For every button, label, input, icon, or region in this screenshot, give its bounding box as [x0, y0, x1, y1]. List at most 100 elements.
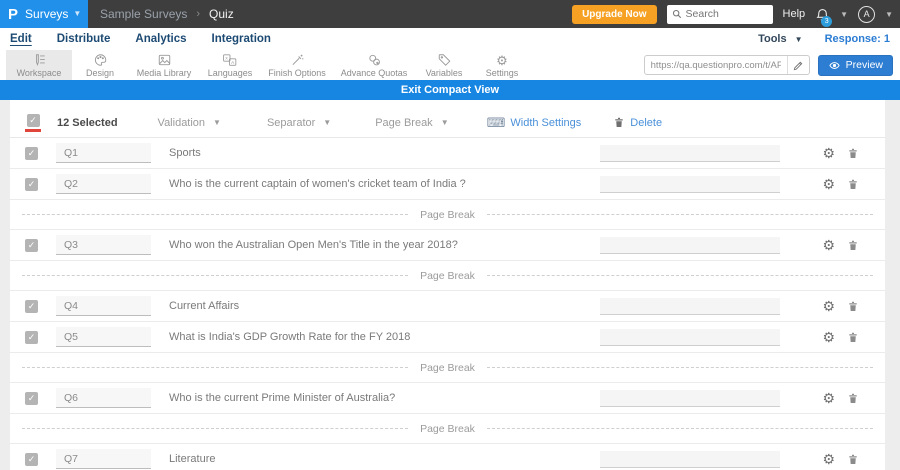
question-row: ✓ Who is the current captain of women's …	[10, 169, 885, 200]
account-avatar[interactable]: A	[858, 5, 876, 23]
question-value-input[interactable]	[600, 297, 781, 315]
page-break-dropdown[interactable]: Page Break ▼	[375, 117, 448, 129]
question-settings-gear-icon[interactable]: ⚙	[822, 299, 835, 313]
page-break-dashed-line	[486, 275, 873, 276]
question-code-input[interactable]	[56, 327, 151, 347]
breadcrumb: Sample Surveys › Quiz	[100, 7, 234, 21]
chevron-down-icon: ▼	[213, 117, 221, 127]
question-text[interactable]: Who is the current captain of women's cr…	[169, 178, 600, 190]
survey-url-input[interactable]	[644, 59, 787, 71]
page-break-dashed-line	[22, 214, 409, 215]
question-text[interactable]: Current Affairs	[169, 300, 600, 312]
notifications-button[interactable]: 3	[815, 7, 833, 27]
tab-distribute[interactable]: Distribute	[57, 31, 111, 47]
toolbar-tab-design[interactable]: Design	[72, 50, 128, 80]
selected-count-label: 12 Selected	[57, 116, 118, 129]
page-break-label: Page Break	[420, 208, 475, 221]
question-trash-icon[interactable]	[847, 147, 859, 160]
tab-edit[interactable]: Edit	[10, 31, 32, 47]
chevron-down-icon: ▼	[323, 117, 332, 127]
question-text[interactable]: Who won the Australian Open Men's Title …	[169, 239, 600, 251]
question-settings-gear-icon[interactable]: ⚙	[822, 146, 835, 160]
validation-dropdown[interactable]: Validation ▼	[158, 117, 221, 129]
question-text[interactable]: Literature	[169, 453, 600, 465]
question-trash-icon[interactable]	[847, 239, 859, 252]
question-settings-gear-icon[interactable]: ⚙	[822, 177, 835, 191]
question-trash-icon[interactable]	[847, 331, 859, 344]
question-trash-icon[interactable]	[847, 453, 859, 466]
question-row: ✓ What is India's GDP Growth Rate for th…	[10, 322, 885, 353]
notifications-chevron-down-icon[interactable]: ▼	[840, 10, 848, 19]
row-checkbox[interactable]: ✓	[25, 452, 38, 466]
page-break-dashed-line	[22, 367, 409, 368]
question-trash-icon[interactable]	[847, 178, 859, 191]
question-value-input[interactable]	[600, 389, 781, 407]
help-link[interactable]: Help	[783, 8, 806, 20]
row-checkbox[interactable]: ✓	[25, 177, 38, 191]
question-settings-gear-icon[interactable]: ⚙	[822, 452, 835, 466]
question-text[interactable]: Sports	[169, 147, 600, 159]
row-checkbox[interactable]: ✓	[25, 330, 38, 344]
row-checkbox[interactable]: ✓	[25, 146, 38, 160]
content-area: ✓ 12 Selected Validation ▼ Separator ▼ Pag…	[0, 100, 900, 470]
toolbar-tab-workspace[interactable]: Workspace	[6, 50, 72, 80]
question-row: ✓ Sports ⚙	[10, 138, 885, 169]
toolbar-tab-finish-options[interactable]: Finish Options	[260, 50, 334, 80]
page-break-label: Page Break	[420, 361, 475, 374]
row-checkbox[interactable]: ✓	[25, 299, 38, 313]
question-trash-icon[interactable]	[847, 392, 859, 405]
question-value-input[interactable]	[600, 144, 781, 162]
toolbar-tab-media-library[interactable]: Media Library	[128, 50, 200, 80]
notification-count-badge: 3	[821, 15, 833, 27]
question-settings-gear-icon[interactable]: ⚙	[822, 330, 835, 344]
surveys-product-menu[interactable]: P Surveys ▼	[0, 0, 88, 28]
delete-button[interactable]: Delete	[613, 116, 662, 129]
tools-menu[interactable]: Tools ▼	[758, 33, 803, 45]
exit-compact-view-label: Exit Compact View	[400, 84, 500, 96]
question-code-input[interactable]	[56, 174, 151, 194]
page-break-row: Page Break	[10, 261, 885, 291]
select-all-checkbox[interactable]: ✓	[26, 113, 40, 127]
row-checkbox[interactable]: ✓	[25, 391, 38, 405]
width-settings-button[interactable]: ⌨ Width Settings	[487, 116, 582, 129]
top-navbar: P Surveys ▼ Sample Surveys › Quiz Upgrad…	[0, 0, 900, 28]
exit-compact-view-banner[interactable]: Exit Compact View	[0, 80, 900, 100]
media-library-icon	[157, 53, 172, 67]
question-value-input[interactable]	[600, 328, 781, 346]
tab-integration[interactable]: Integration	[212, 31, 271, 47]
breadcrumb-parent[interactable]: Sample Surveys	[100, 7, 187, 21]
account-chevron-down-icon[interactable]: ▼	[885, 10, 893, 19]
toolbar-tab-languages[interactable]: xA Languages	[200, 50, 260, 80]
question-code-input[interactable]	[56, 143, 151, 163]
upgrade-now-button[interactable]: Upgrade Now	[572, 4, 657, 24]
question-value-input[interactable]	[600, 236, 781, 254]
question-code-input[interactable]	[56, 296, 151, 316]
question-value-input[interactable]	[600, 450, 781, 468]
edit-url-pencil-icon[interactable]	[786, 56, 809, 74]
question-code-input[interactable]	[56, 449, 151, 469]
page-break-label: Page Break	[420, 269, 475, 282]
svg-text:x: x	[225, 56, 228, 61]
navbar-right-cluster: Upgrade Now Help 3 ▼ A ▼	[572, 4, 900, 27]
question-settings-gear-icon[interactable]: ⚙	[822, 238, 835, 252]
svg-text:A: A	[231, 60, 235, 65]
question-trash-icon[interactable]	[847, 300, 859, 313]
question-row: ✓ Literature ⚙	[10, 444, 885, 470]
question-text[interactable]: Who is the current Prime Minister of Aus…	[169, 392, 600, 404]
row-checkbox[interactable]: ✓	[25, 238, 38, 252]
question-value-input[interactable]	[600, 175, 781, 193]
response-count-link[interactable]: Response: 1	[825, 33, 890, 45]
tab-analytics[interactable]: Analytics	[135, 31, 186, 47]
keyboard-icon: ⌨	[486, 115, 506, 130]
question-code-input[interactable]	[56, 235, 151, 255]
question-code-input[interactable]	[56, 388, 151, 408]
separator-dropdown[interactable]: Separator ▼	[267, 117, 331, 129]
quotas-links-icon	[367, 53, 382, 67]
search-input[interactable]	[685, 8, 768, 20]
preview-button[interactable]: Preview	[817, 54, 893, 76]
toolbar-tab-settings[interactable]: ⚙ Settings	[474, 50, 530, 80]
toolbar-tab-advance-quotas[interactable]: Advance Quotas	[334, 50, 414, 80]
toolbar-tab-variables[interactable]: Variables	[414, 50, 474, 80]
question-text[interactable]: What is India's GDP Growth Rate for the …	[169, 331, 600, 343]
question-settings-gear-icon[interactable]: ⚙	[822, 391, 835, 405]
